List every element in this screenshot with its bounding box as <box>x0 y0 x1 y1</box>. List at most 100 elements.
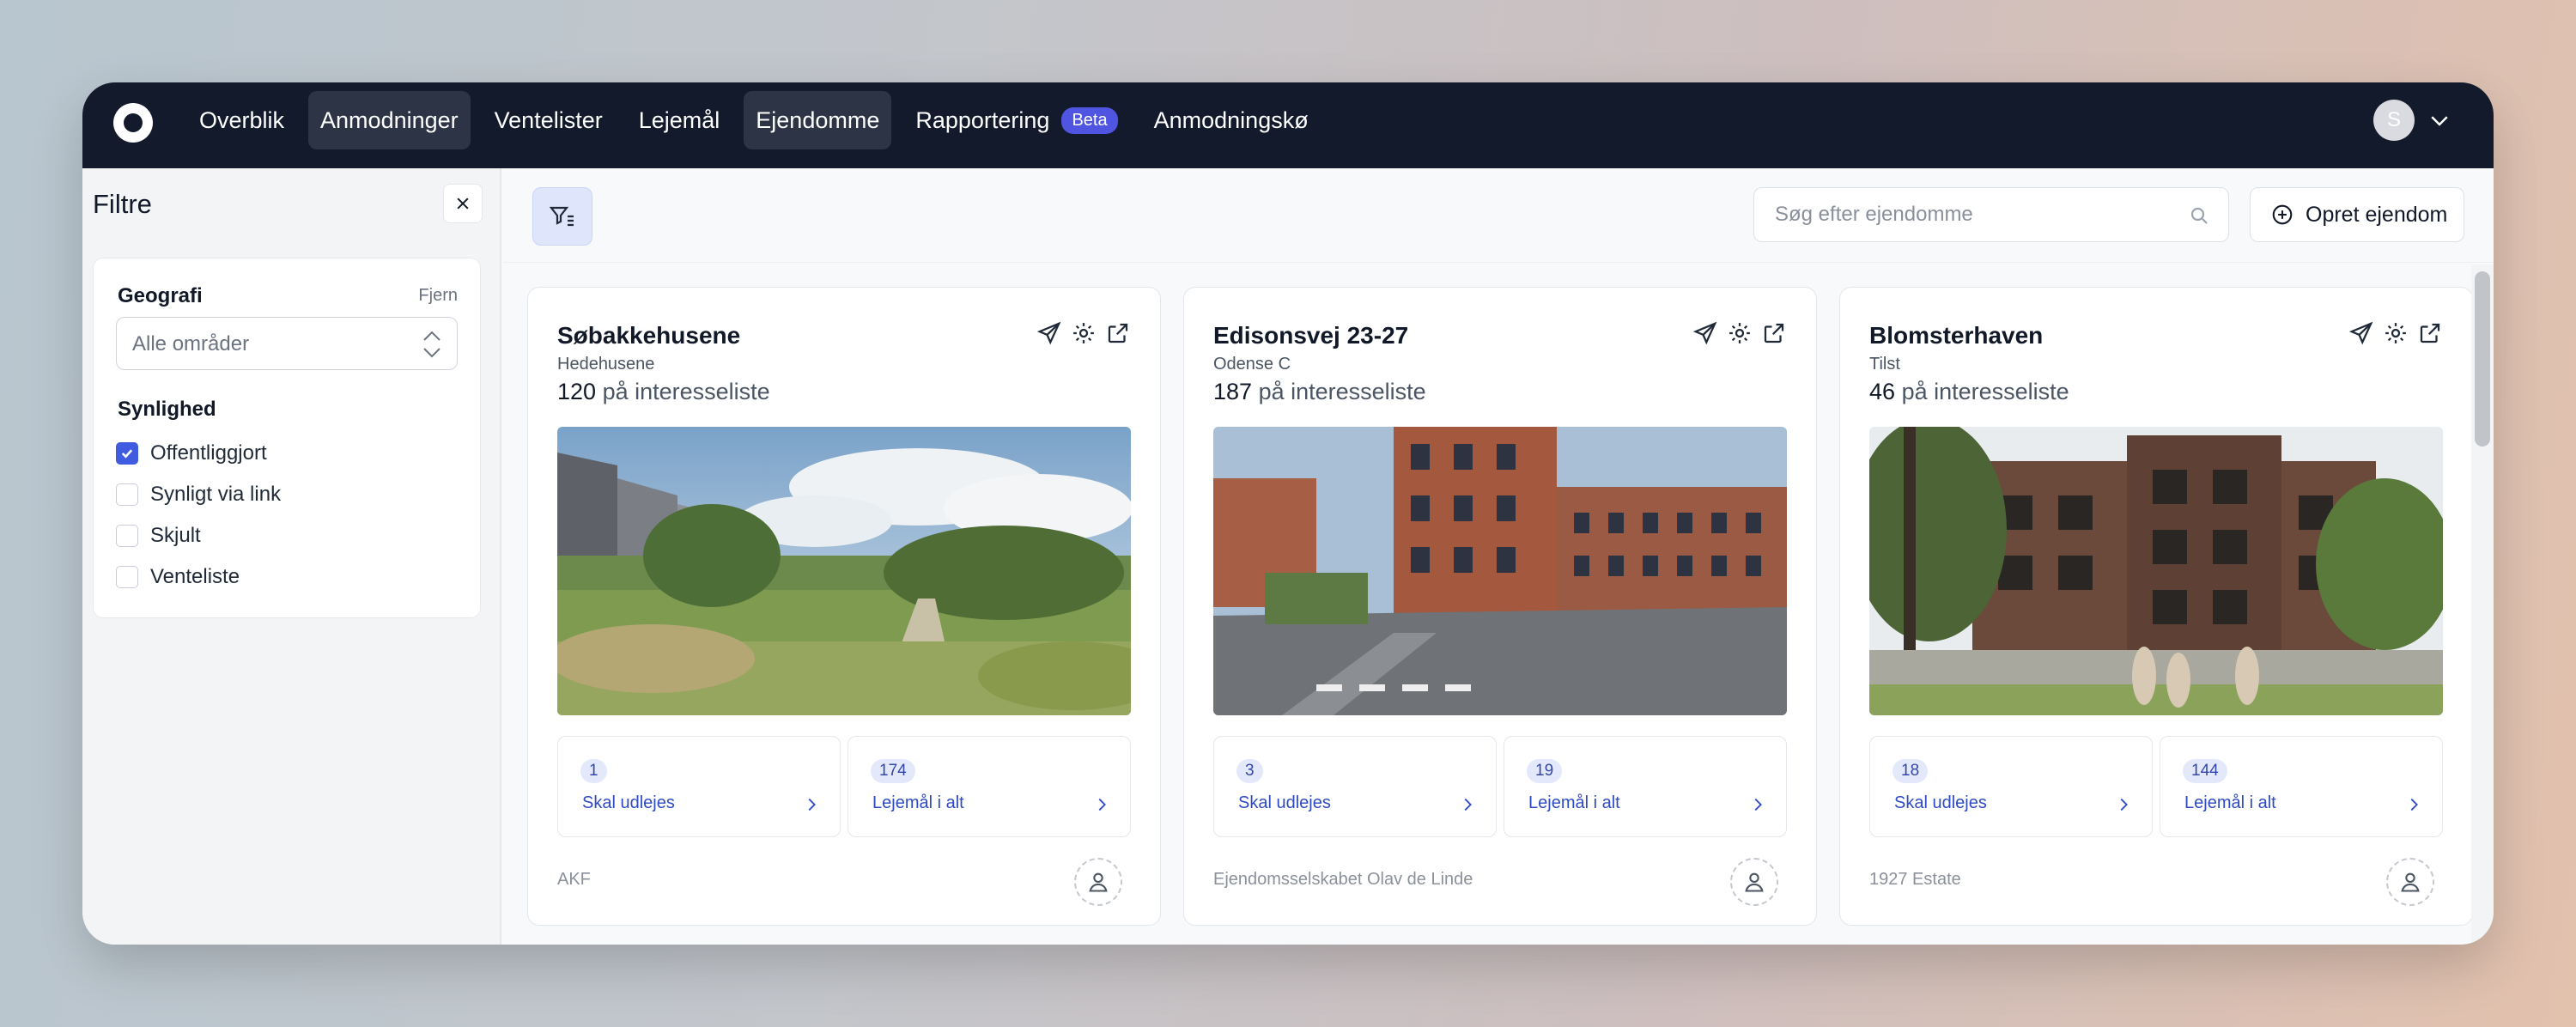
card-actions <box>2340 320 2443 346</box>
card-actions <box>1684 320 1787 346</box>
geography-select-value: Alle områder <box>132 332 250 356</box>
main-content: Opret ejendom Søbakkehusene Hedehusene 1… <box>503 168 2494 945</box>
nav-item-anmodningsko[interactable]: Anmodningskø <box>1142 91 1321 149</box>
to-rent-stat[interactable]: 3 Skal udlejes <box>1213 736 1497 837</box>
visibility-option-skjult[interactable]: Skjult <box>116 523 201 549</box>
property-city: Odense C <box>1213 355 1291 374</box>
nav-item-overblik[interactable]: Overblik <box>187 91 296 149</box>
visibility-option-offentliggjort[interactable]: Offentliggjort <box>116 441 267 466</box>
interest-suffix: på interesseliste <box>602 379 770 404</box>
check-icon <box>121 449 133 459</box>
interest-number: 120 <box>557 379 597 404</box>
gear-icon[interactable] <box>2383 320 2409 346</box>
nav-item-rapportering-label: Rapportering <box>915 106 1050 133</box>
nav-item-lejemaal[interactable]: Lejemål <box>627 91 732 149</box>
checkbox[interactable] <box>116 483 138 506</box>
nav-items: Overblik Anmodninger Ventelister Lejemål… <box>187 91 1333 149</box>
to-rent-count: 18 <box>1893 759 1929 783</box>
filter-panel: Geografi Fjern Alle områder Synlighed Of… <box>93 258 481 618</box>
visibility-option-synligt-via-link[interactable]: Synligt via link <box>116 482 281 507</box>
nav-item-rapportering[interactable]: Rapportering Beta <box>903 91 1129 149</box>
create-property-button[interactable]: Opret ejendom <box>2250 187 2464 242</box>
interest-suffix: på interesseliste <box>1258 379 1426 404</box>
toolbar: Opret ejendom <box>503 168 2494 263</box>
top-nav: Overblik Anmodninger Ventelister Lejemål… <box>82 82 2494 168</box>
interest-count: 46 på interesseliste <box>1869 379 2069 405</box>
chevron-right-icon <box>808 798 816 811</box>
to-rent-count: 3 <box>1236 759 1263 783</box>
assign-user-button[interactable] <box>1074 858 1122 906</box>
plus-circle-icon <box>2272 204 2293 225</box>
filter-toggle-button[interactable] <box>532 187 592 246</box>
send-icon[interactable] <box>1692 320 1718 346</box>
close-filters-button[interactable] <box>443 184 483 223</box>
total-units-stat[interactable]: 144 Lejemål i alt <box>2160 736 2443 837</box>
close-icon <box>457 198 469 210</box>
visibility-option-label: Synligt via link <box>150 483 282 506</box>
to-rent-label: Skal udlejes <box>1238 793 1331 812</box>
total-units-count: 19 <box>1527 759 1563 783</box>
total-units-count: 174 <box>871 759 915 783</box>
geography-label: Geografi <box>118 284 203 307</box>
property-card[interactable]: Edisonsvej 23-27 Odense C 187 på interes… <box>1183 287 1817 926</box>
nav-item-ejendomme[interactable]: Ejendomme <box>744 91 892 149</box>
visibility-option-venteliste[interactable]: Venteliste <box>116 564 240 590</box>
external-link-icon[interactable] <box>1105 320 1131 346</box>
to-rent-label: Skal udlejes <box>1894 793 1987 812</box>
total-units-count: 144 <box>2183 759 2227 783</box>
interest-count: 187 på interesseliste <box>1213 379 1426 405</box>
visibility-option-label: Skjult <box>150 524 201 547</box>
interest-suffix: på interesseliste <box>1901 379 2069 404</box>
geography-remove-link[interactable]: Fjern <box>418 286 458 306</box>
gear-icon[interactable] <box>1727 320 1753 346</box>
gear-icon[interactable] <box>1071 320 1097 346</box>
interest-number: 187 <box>1213 379 1253 404</box>
scrollbar-thumb[interactable] <box>2475 271 2490 447</box>
chevron-down-icon <box>2431 116 2448 126</box>
filter-icon <box>549 206 574 227</box>
property-card[interactable]: Blomsterhaven Tilst 46 på interesseliste <box>1839 287 2473 926</box>
property-photo <box>1869 427 2443 715</box>
geography-select[interactable]: Alle områder <box>116 317 458 370</box>
logo-icon[interactable] <box>113 103 153 143</box>
total-units-stat[interactable]: 19 Lejemål i alt <box>1504 736 1787 837</box>
send-icon[interactable] <box>2348 320 2374 346</box>
total-units-label: Lejemål i alt <box>872 793 964 812</box>
external-link-icon[interactable] <box>2417 320 2443 346</box>
to-rent-stat[interactable]: 1 Skal udlejes <box>557 736 841 837</box>
property-city: Hedehusene <box>557 355 655 374</box>
app-window: Overblik Anmodninger Ventelister Lejemål… <box>82 82 2494 945</box>
avatar: S <box>2373 100 2415 141</box>
search-input[interactable] <box>1775 200 2178 229</box>
chevron-right-icon <box>1098 798 1106 811</box>
filter-sidebar: Filtre Geografi Fjern Alle områder Synli… <box>82 168 501 945</box>
to-rent-stat[interactable]: 18 Skal udlejes <box>1869 736 2153 837</box>
user-menu-button[interactable]: S <box>2373 100 2452 141</box>
property-owner: AKF <box>557 870 591 889</box>
assign-user-button[interactable] <box>2386 858 2434 906</box>
visibility-option-label: Venteliste <box>150 565 240 588</box>
property-name: Edisonsvej 23-27 <box>1213 322 1409 349</box>
to-rent-count: 1 <box>580 759 607 783</box>
property-name: Søbakkehusene <box>557 322 741 349</box>
send-icon[interactable] <box>1036 320 1062 346</box>
checkbox-checked[interactable] <box>116 442 138 465</box>
property-card[interactable]: Søbakkehusene Hedehusene 120 på interess… <box>527 287 1161 926</box>
scrollbar[interactable] <box>2471 264 2494 945</box>
nav-item-ventelister[interactable]: Ventelister <box>483 91 615 149</box>
assign-user-button[interactable] <box>1730 858 1778 906</box>
chevron-right-icon <box>2120 798 2128 811</box>
chevron-right-icon <box>1754 798 1762 811</box>
chevron-up-down-icon <box>423 331 440 358</box>
checkbox[interactable] <box>116 566 138 588</box>
chevron-right-icon <box>2410 798 2418 811</box>
nav-item-anmodninger[interactable]: Anmodninger <box>308 91 471 149</box>
user-icon <box>1745 872 1764 892</box>
user-icon <box>2401 872 2420 892</box>
property-city: Tilst <box>1869 355 1900 374</box>
checkbox[interactable] <box>116 525 138 547</box>
interest-count: 120 på interesseliste <box>557 379 770 405</box>
total-units-stat[interactable]: 174 Lejemål i alt <box>848 736 1131 837</box>
search-box <box>1753 187 2229 242</box>
external-link-icon[interactable] <box>1761 320 1787 346</box>
